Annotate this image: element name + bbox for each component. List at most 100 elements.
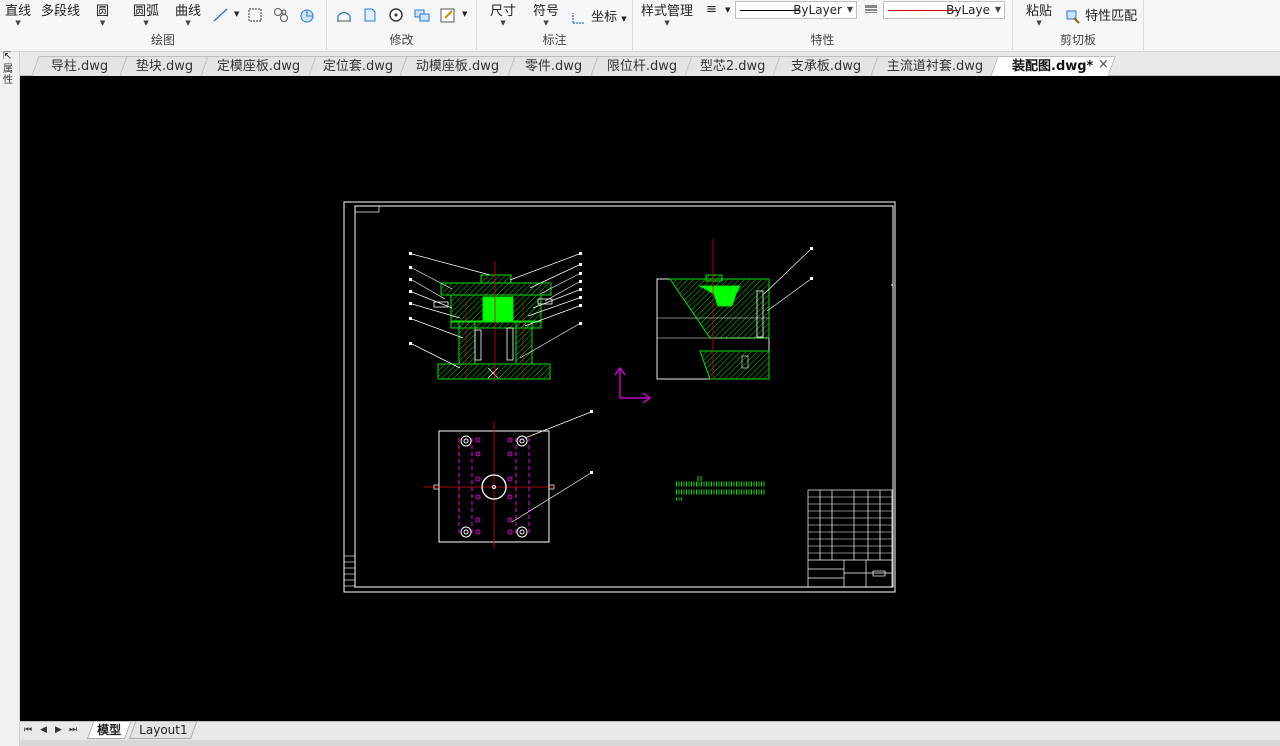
curve-button[interactable]: 曲线 ▼ [175, 0, 201, 27]
tab-layout1[interactable]: Layout1 [128, 722, 198, 739]
tab-fixed-clamp-plate[interactable]: 定模座板.dwg [200, 56, 318, 76]
style-manager-button[interactable]: 样式管理 ▼ [641, 0, 693, 27]
arc-button-label: 圆弧 [133, 4, 160, 19]
tab-label: 主流道衬套.dwg [886, 59, 983, 74]
modify-group: ▼ 修改 [327, 0, 477, 52]
properties-side-label: 属性 [3, 64, 13, 86]
tab-label: 动模座板.dwg [416, 59, 500, 74]
rotate-icon[interactable] [387, 6, 405, 24]
clipboard-group-title: 剪切板 [1059, 33, 1096, 47]
symbol-button-label: 符号 [533, 4, 560, 19]
ucs-icon [614, 366, 652, 404]
layout-tab-bar: ⏮ ◀ ▶ ⏭ 模型 Layout1 [20, 721, 1280, 746]
tab-sprue-bushing[interactable]: 主流道衬套.dwg [870, 56, 1000, 76]
properties-group-title: 特性 [810, 33, 835, 47]
coordinate-button-label: 坐标 [591, 10, 618, 25]
first-layout-icon[interactable]: ⏮ [24, 725, 32, 735]
tab-label: 零件.dwg [524, 59, 582, 74]
tab-label: 支承板.dwg [790, 59, 861, 74]
style-manager-label: 样式管理 [641, 4, 694, 19]
polyline-button[interactable]: 多段线 [41, 0, 80, 19]
circle-button[interactable]: 圆 ▼ [96, 0, 109, 27]
tab-limit-rod[interactable]: 限位杆.dwg [590, 56, 694, 76]
drawing-border-inner [354, 205, 894, 588]
color-value: ByLaye [946, 3, 990, 17]
properties-group: 样式管理 ▼ ≡ ▼ ByLayer ▼ ByLaye ▼ 特性 [633, 0, 1013, 52]
assembly-drawing [343, 201, 896, 593]
chevron-down-icon: ▼ [15, 19, 21, 27]
top-view [424, 410, 593, 549]
match-properties-label: 特性匹配 [1085, 9, 1138, 24]
front-section-view [409, 252, 582, 381]
chevron-down-icon[interactable]: ▼ [234, 10, 239, 18]
chevron-down-icon: ▼ [846, 5, 853, 14]
tab-spacer-block[interactable]: 垫块.dwg [119, 56, 210, 76]
tab-moving-clamp-plate[interactable]: 动模座板.dwg [399, 56, 517, 76]
color-combo[interactable]: ByLaye ▼ [883, 1, 1005, 19]
rectangle-icon[interactable] [246, 6, 264, 24]
close-icon[interactable]: × [1098, 57, 1109, 72]
chevron-down-icon: ▼ [1036, 19, 1042, 27]
tab-label: 模型 [97, 723, 122, 737]
region-icon[interactable] [298, 6, 316, 24]
layer-icon[interactable] [864, 3, 878, 17]
chevron-down-icon[interactable]: ▼ [462, 10, 467, 18]
tab-model[interactable]: 模型 [86, 722, 132, 739]
prev-layout-icon[interactable]: ◀ [40, 725, 47, 735]
chevron-down-icon: ▼ [185, 19, 191, 27]
lineweight-icon[interactable]: ≡ [706, 2, 717, 17]
last-layout-icon[interactable]: ⏭ [69, 725, 77, 735]
properties-side-strip[interactable]: ⇱ 属性 [0, 51, 20, 746]
mirror-icon[interactable] [361, 6, 379, 24]
edit-icon[interactable] [439, 6, 457, 24]
paste-button[interactable]: 粘贴 ▼ [1026, 0, 1052, 27]
chevron-down-icon: ▼ [500, 19, 506, 27]
document-tab-bar: 导柱.dwg 垫块.dwg 定模座板.dwg 定位套.dwg 动模座板.dwg … [20, 52, 1280, 77]
tab-core-2[interactable]: 型芯2.dwg [684, 56, 782, 76]
chevron-down-icon: ▼ [99, 19, 106, 27]
title-block [807, 489, 893, 588]
pin-icon[interactable]: ⇱ [3, 51, 11, 62]
tab-parts[interactable]: 零件.dwg [507, 56, 600, 76]
match-properties-button[interactable]: 特性匹配 [1065, 5, 1137, 25]
circle-button-label: 圆 [96, 4, 110, 19]
coordinate-button[interactable]: 坐标 ▼ [571, 6, 627, 25]
tab-label: Layout1 [139, 723, 188, 737]
clipboard-group: 粘贴 ▼ 特性匹配 剪切板 [1013, 0, 1144, 52]
tab-label: 导柱.dwg [51, 59, 109, 74]
tab-support-plate[interactable]: 支承板.dwg [772, 56, 880, 76]
dimension-button-label: 尺寸 [490, 4, 517, 19]
draw-group-title: 绘图 [150, 33, 175, 47]
chevron-down-icon: ▼ [143, 19, 149, 27]
tab-label: 装配图.dwg* [1012, 59, 1094, 74]
tab-assembly-drawing[interactable]: 装配图.dwg* [990, 56, 1116, 77]
annotate-group-title: 标注 [542, 33, 567, 47]
horizontal-scrollbar[interactable] [20, 740, 1280, 746]
chevron-down-icon[interactable]: ▼ [725, 6, 730, 14]
tab-guide-pillar[interactable]: 导柱.dwg [31, 56, 129, 76]
ribbon: 直线 ▼ 多段线 圆 ▼ 圆弧 ▼ 曲线 ▼ ▼ 绘图 ▼ 修改 尺寸 ▼ 符号… [0, 0, 1280, 52]
construction-line-icon[interactable] [212, 6, 230, 24]
modify-group-title: 修改 [389, 33, 414, 47]
dimension-button[interactable]: 尺寸 ▼ [490, 0, 516, 27]
drawing-canvas[interactable] [20, 76, 1280, 721]
technical-notes [676, 476, 766, 501]
hatch-icon[interactable] [272, 6, 290, 24]
symbol-button[interactable]: 符号 ▼ [533, 0, 559, 27]
array-icon[interactable] [413, 6, 431, 24]
next-layout-icon[interactable]: ▶ [55, 725, 62, 735]
line-button[interactable]: 直线 ▼ [5, 0, 31, 27]
chevron-down-icon: ▼ [543, 19, 549, 27]
side-section-view [656, 239, 813, 380]
paste-button-label: 粘贴 [1026, 4, 1053, 19]
match-properties-icon [1066, 10, 1080, 24]
tab-locating-sleeve[interactable]: 定位套.dwg [308, 56, 409, 76]
tab-label: 定模座板.dwg [217, 59, 301, 74]
draw-group: 直线 ▼ 多段线 圆 ▼ 圆弧 ▼ 曲线 ▼ ▼ 绘图 [0, 0, 327, 52]
arc-button[interactable]: 圆弧 ▼ [133, 0, 159, 27]
linetype-combo[interactable]: ByLayer ▼ [735, 1, 857, 19]
binding-stamp-table [343, 555, 356, 587]
tab-label: 型芯2.dwg [700, 59, 766, 74]
annotate-group: 尺寸 ▼ 符号 ▼ 坐标 ▼ 标注 [477, 0, 633, 52]
offset-icon[interactable] [335, 6, 353, 24]
